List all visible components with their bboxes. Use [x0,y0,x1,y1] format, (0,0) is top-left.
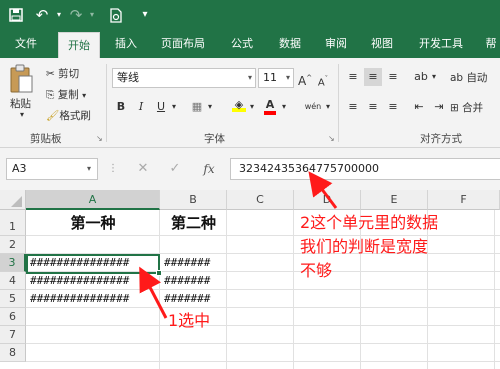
arrow-to-formula-bar [308,171,338,209]
arrow-to-cell-a3 [139,266,168,319]
annotation-arrows [139,171,338,319]
